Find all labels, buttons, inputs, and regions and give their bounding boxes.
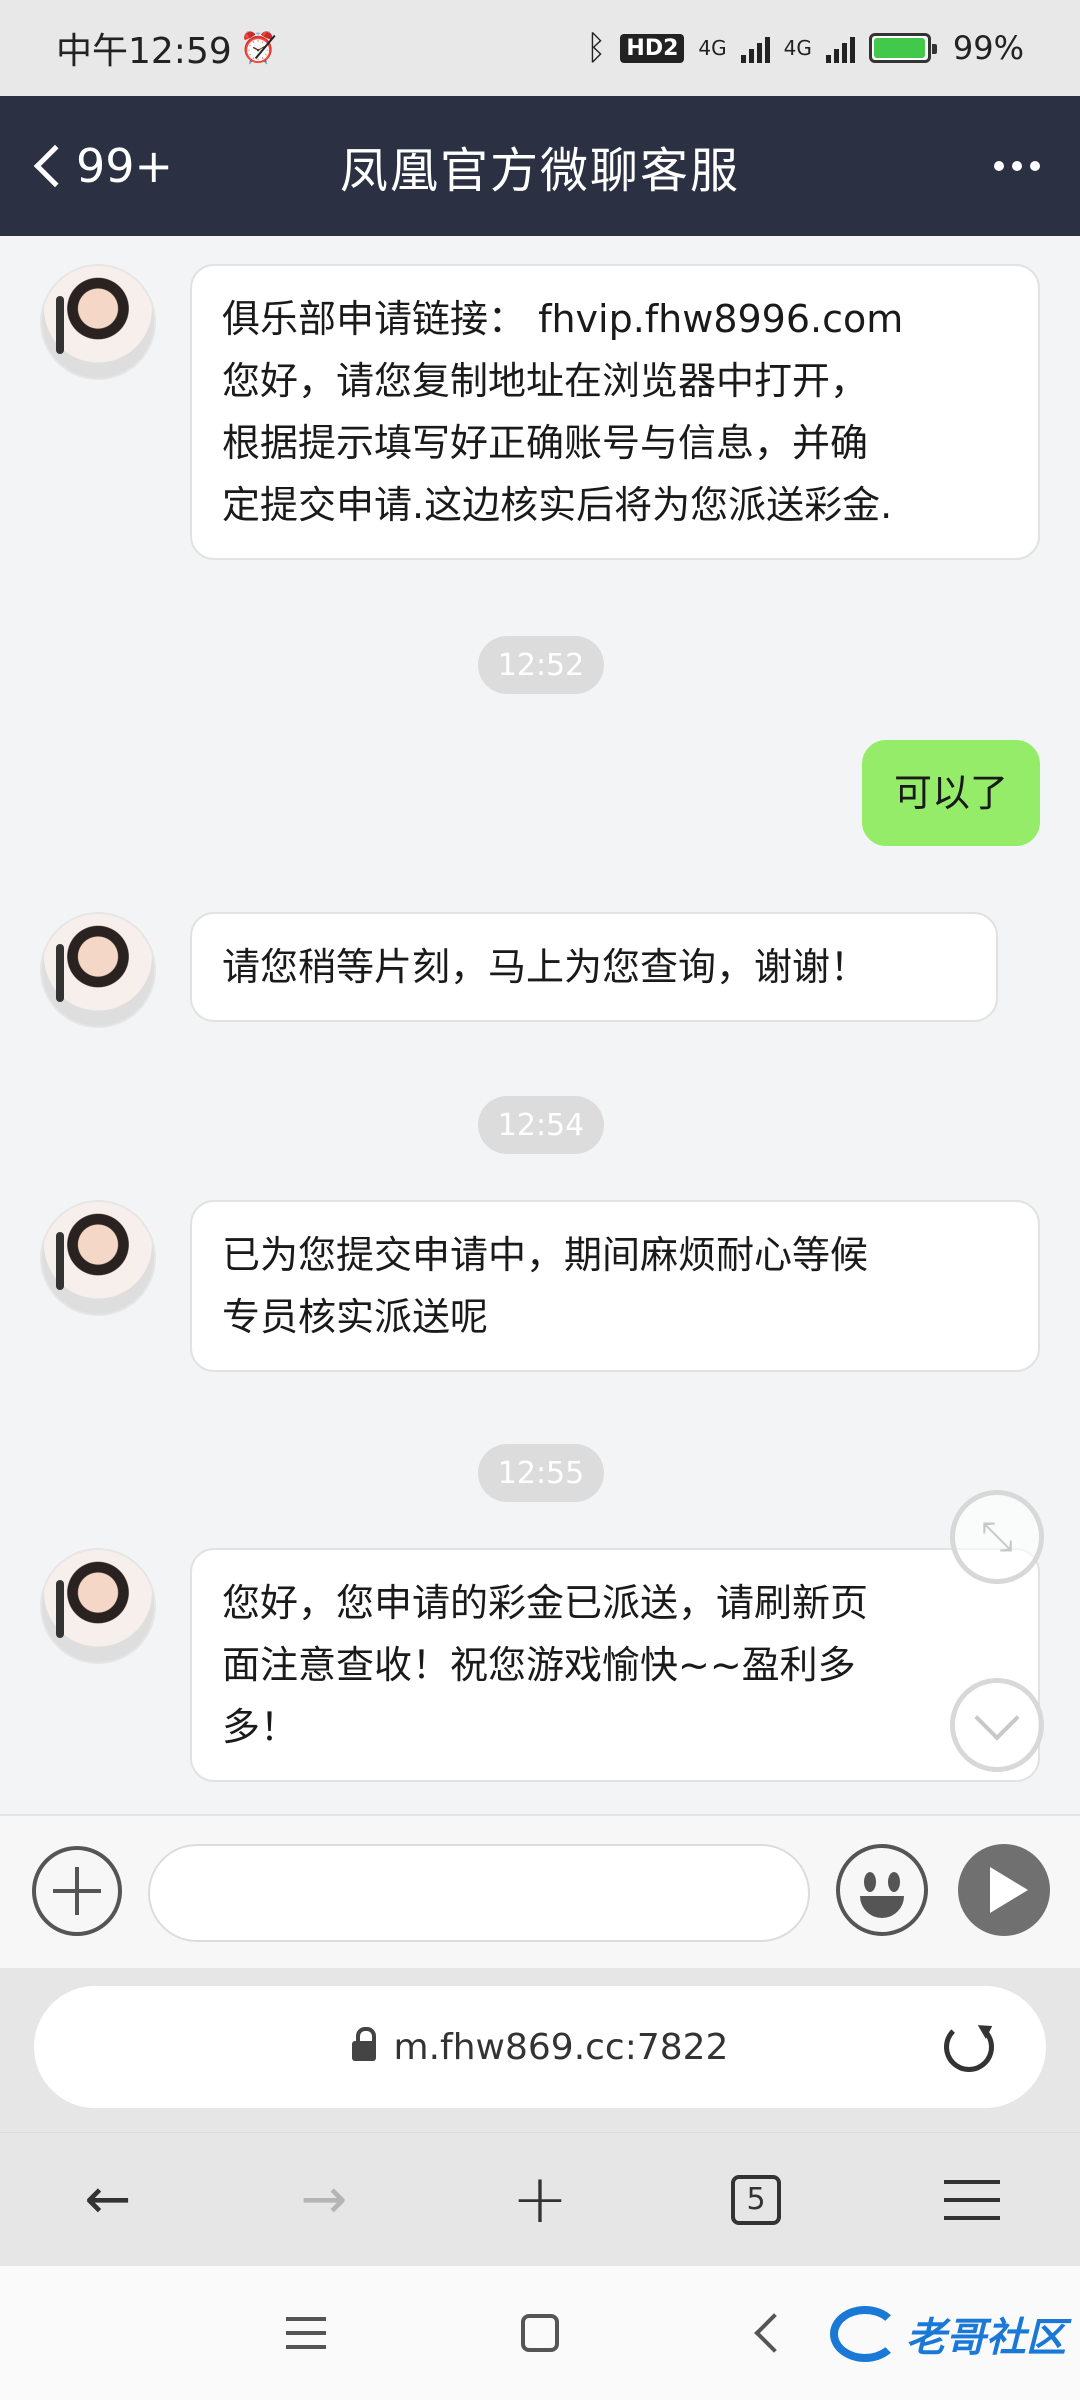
back-icon — [754, 2313, 794, 2353]
watermark-swoosh-icon — [830, 2306, 900, 2362]
watermark-text: 老哥社区 — [906, 2315, 1066, 2361]
home-icon — [521, 2314, 559, 2352]
new-tab-button[interactable]: + — [490, 2150, 590, 2250]
watermark-logo: 老哥社区 — [830, 2296, 1066, 2372]
timestamp: 12:55 — [478, 1444, 604, 1502]
hamburger-icon — [944, 2179, 1000, 2220]
message-line: 定提交申请.这边核实后将为您派送彩金. — [222, 483, 893, 527]
incoming-message[interactable]: 已为您提交申请中，期间麻烦耐心等候 专员核实派送呢 — [190, 1200, 1040, 1372]
agent-avatar[interactable] — [40, 912, 156, 1028]
bluetooth-icon: ᛒ — [586, 28, 607, 68]
scroll-down-button[interactable] — [950, 1678, 1044, 1772]
message-line: 多！ — [222, 1705, 299, 1749]
status-time: 中午12:59 — [56, 31, 232, 72]
url-text: m.fhw869.cc:7822 — [393, 2026, 729, 2068]
unread-count: 99+ — [76, 139, 174, 193]
emoji-eye — [888, 1872, 900, 1892]
battery-icon — [868, 33, 937, 63]
emoji-button[interactable] — [836, 1844, 928, 1936]
signal-icon — [740, 33, 770, 63]
timestamp: 12:52 — [478, 636, 604, 694]
timestamp: 12:54 — [478, 1096, 604, 1154]
browser-back-button[interactable]: ← — [58, 2150, 158, 2250]
agent-avatar[interactable] — [40, 264, 156, 380]
reload-icon[interactable] — [944, 2022, 994, 2072]
chevron-down-icon — [974, 1695, 1020, 1741]
incoming-message[interactable]: 请您稍等片刻，马上为您查询，谢谢！ — [190, 912, 998, 1022]
battery-percent: 99% — [952, 29, 1024, 67]
collapse-icon: ⤡ — [981, 1514, 1013, 1560]
recent-apps-button[interactable] — [266, 2298, 346, 2368]
browser-url-area: m.fhw869.cc:7822 — [0, 1968, 1080, 2132]
address-bar[interactable]: m.fhw869.cc:7822 — [34, 1986, 1046, 2108]
arrow-right-icon: → — [300, 2167, 348, 2232]
agent-avatar[interactable] — [40, 1548, 156, 1664]
message-line: 您好，请您复制地址在浏览器中打开， — [222, 359, 869, 403]
signal-icon — [825, 33, 855, 63]
message-line: 根据提示填写好正确账号与信息，并确 — [222, 421, 869, 465]
message-line: 可以了 — [893, 771, 1008, 815]
dot-icon — [1012, 161, 1022, 171]
send-icon — [990, 1867, 1028, 1913]
arrow-left-icon: ← — [84, 2167, 132, 2232]
plus-icon: + — [511, 2160, 569, 2239]
send-button[interactable] — [958, 1844, 1050, 1936]
system-back-button[interactable] — [734, 2298, 814, 2368]
hd-badge: HD2 — [620, 33, 685, 63]
battery-fill — [873, 38, 926, 58]
emoji-eye — [864, 1872, 876, 1892]
tab-count: 5 — [731, 2174, 781, 2225]
chevron-left-icon — [33, 144, 77, 188]
network-label-1: 4G — [698, 36, 727, 60]
home-button[interactable] — [500, 2298, 580, 2368]
status-left: 中午12:59 ⏰̸ — [56, 22, 277, 74]
input-bar — [0, 1814, 1080, 1968]
chat-header: 99+ 凤凰官方微聊客服 — [0, 96, 1080, 236]
lock-icon — [351, 2027, 376, 2061]
emoji-mouth — [860, 1896, 904, 1918]
message-line: 您好，您申请的彩金已派送，请刷新页 — [222, 1581, 869, 1625]
browser-toolbar: ← → + 5 — [0, 2132, 1080, 2266]
status-right: ᛒ HD2 4G 4G 99% — [586, 28, 1024, 68]
back-button[interactable]: 99+ — [22, 96, 173, 236]
message-line: 面注意查收！祝您游戏愉快~~盈利多 — [222, 1643, 856, 1687]
message-line: 俱乐部申请链接： fhvip.fhw8996.com — [222, 297, 904, 341]
menu-icon — [286, 2317, 326, 2349]
message-line: 专员核实派送呢 — [222, 1295, 489, 1339]
browser-forward-button[interactable]: → — [274, 2150, 374, 2250]
outgoing-message[interactable]: 可以了 — [861, 740, 1040, 846]
network-label-2: 4G — [783, 36, 812, 60]
dot-icon — [994, 161, 1004, 171]
incoming-message[interactable]: 您好，您申请的彩金已派送，请刷新页 面注意查收！祝您游戏愉快~~盈利多 多！ — [190, 1548, 1040, 1782]
message-input[interactable] — [148, 1844, 810, 1942]
dot-icon — [1030, 161, 1040, 171]
message-line: 请您稍等片刻，马上为您查询，谢谢！ — [222, 945, 869, 989]
agent-avatar[interactable] — [40, 1200, 156, 1316]
message-list[interactable]: 俱乐部申请链接： fhvip.fhw8996.com 您好，请您复制地址在浏览器… — [0, 236, 1080, 1814]
message-line: 已为您提交申请中，期间麻烦耐心等候 — [222, 1233, 869, 1277]
status-bar: 中午12:59 ⏰̸ ᛒ HD2 4G 4G 99% — [0, 0, 1080, 96]
browser-menu-button[interactable] — [922, 2150, 1022, 2250]
system-navigation: 老哥社区 — [0, 2266, 1080, 2400]
collapse-button[interactable]: ⤡ — [950, 1490, 1044, 1584]
add-attachment-button[interactable] — [32, 1846, 122, 1936]
incoming-message[interactable]: 俱乐部申请链接： fhvip.fhw8996.com 您好，请您复制地址在浏览器… — [190, 264, 1040, 560]
tabs-button[interactable]: 5 — [706, 2150, 806, 2250]
more-options-button[interactable] — [994, 96, 1040, 236]
alarm-off-icon: ⏰̸ — [239, 30, 278, 66]
